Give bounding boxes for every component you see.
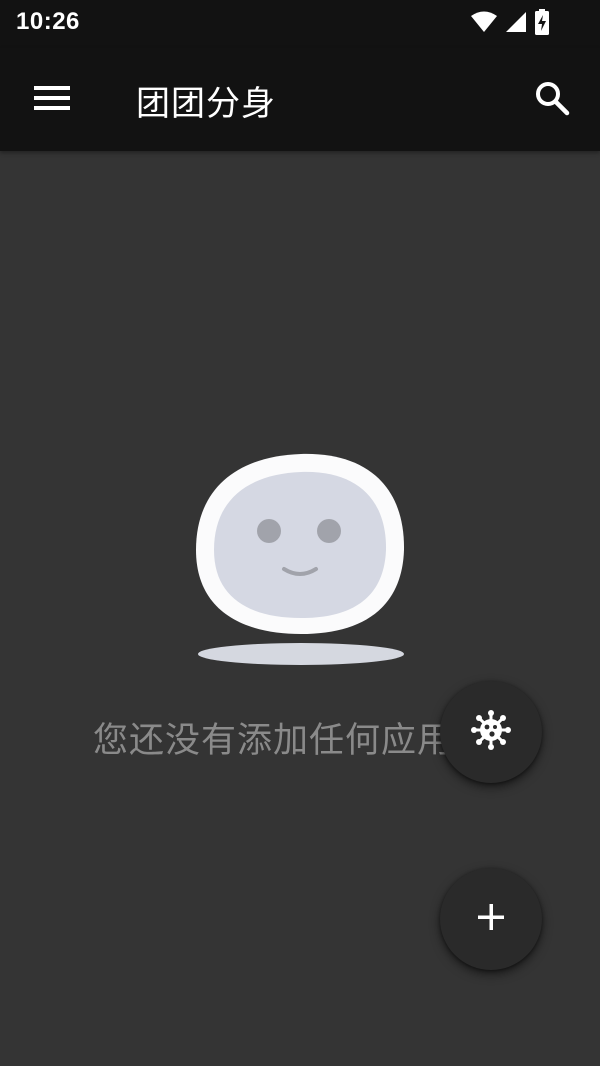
menu-button[interactable] — [30, 78, 74, 122]
wifi-icon — [470, 10, 498, 38]
empty-state-message: 您还没有添加任何应用 — [93, 721, 454, 761]
plus-icon — [475, 901, 507, 937]
cellular-signal-icon — [504, 10, 528, 38]
virus-icon — [471, 710, 511, 754]
add-app-fab[interactable] — [440, 868, 542, 970]
status-icons — [470, 8, 550, 40]
status-time: 10:26 — [16, 8, 80, 35]
search-button[interactable] — [528, 76, 576, 124]
app-screen: 10:26 团团分身 您还没有添加任何应用 — [0, 0, 600, 1066]
hamburger-menu-icon — [33, 84, 71, 116]
smiling-face-illustration — [190, 450, 412, 672]
app-title: 团团分身 — [136, 84, 276, 124]
app-bar: 团团分身 — [0, 48, 600, 151]
battery-charging-icon — [534, 8, 550, 40]
search-icon — [534, 80, 570, 120]
status-bar: 10:26 — [0, 0, 600, 48]
virus-scan-fab[interactable] — [440, 681, 542, 783]
